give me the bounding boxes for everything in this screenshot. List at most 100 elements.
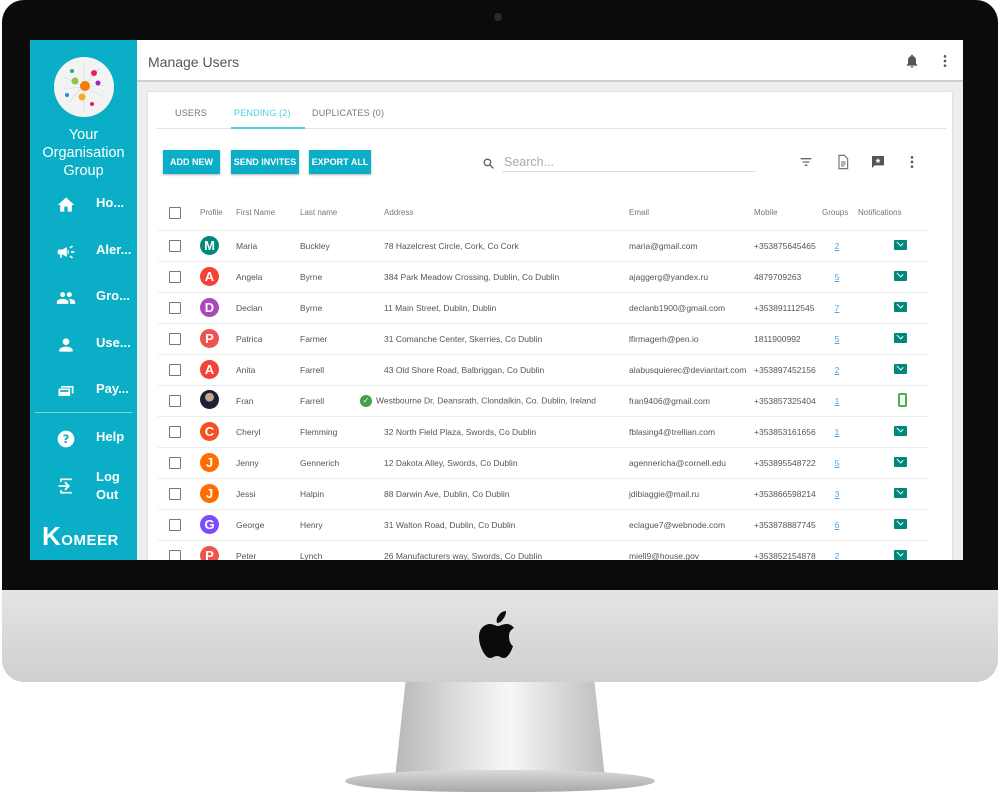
row-checkbox[interactable] [169, 332, 181, 345]
tab-users[interactable]: USERS [175, 108, 207, 118]
phone-icon[interactable] [898, 392, 907, 407]
table-row[interactable]: M Maria Buckley 78 Hazelcrest Circle, Cork,… [158, 229, 929, 261]
sidebar-item-home[interactable]: Ho... [30, 189, 137, 219]
row-checkbox[interactable] [169, 456, 181, 469]
table-row[interactable]: G George Henry 31 Walton Road, Dublin, Co D… [158, 508, 929, 540]
groups-link[interactable]: 1 [835, 427, 840, 437]
table-row[interactable]: A Angela Byrne 384 Park Meadow Crossing, Du… [158, 260, 929, 292]
last-name: Byrne [294, 260, 378, 292]
sidebar-item-groups[interactable]: Gro... [30, 282, 137, 312]
row-checkbox[interactable] [169, 394, 181, 407]
column-header-first-name[interactable]: First Name [230, 196, 294, 230]
groups-link[interactable]: 2 [835, 365, 840, 375]
row-checkbox[interactable] [169, 518, 181, 531]
mobile: +353878887745 [748, 508, 816, 540]
row-checkbox[interactable] [169, 549, 181, 560]
avatar: M [200, 236, 219, 255]
document-icon[interactable] [835, 154, 851, 170]
first-name: Declan [230, 291, 294, 323]
email-icon[interactable] [894, 549, 907, 560]
more-vert-icon[interactable] [937, 53, 953, 69]
table-row[interactable]: C Cheryl Flemming 32 North Field Plaza, Swo… [158, 415, 929, 447]
bell-icon[interactable] [904, 53, 920, 69]
table-row[interactable]: A Anita Farrell 43 Old Shore Road, Balbrigg… [158, 353, 929, 385]
column-header-mobile[interactable]: Mobile [748, 196, 816, 230]
first-name: George [230, 508, 294, 540]
org-name-line: Group [63, 163, 104, 179]
column-header-email[interactable]: Email [623, 196, 748, 230]
sidebar-item-label: Gro... [96, 288, 130, 303]
address: 384 Park Meadow Crossing, Dublin, Co Dub… [384, 271, 560, 282]
email-icon[interactable] [894, 363, 907, 374]
table-row[interactable]: Fran Farrell ✓ Westbourne Dr, Deansrath, Cl… [158, 384, 929, 416]
email-icon[interactable] [894, 239, 907, 250]
column-header-notifications[interactable]: Notifications [852, 196, 929, 230]
groups-link[interactable]: 5 [835, 272, 840, 282]
row-checkbox[interactable] [169, 425, 181, 438]
column-header-address[interactable]: Address [378, 196, 623, 230]
groups-link[interactable]: 3 [835, 489, 840, 499]
table-row[interactable]: J Jessi Halpin 88 Darwin Ave, Dublin, Co Du… [158, 477, 929, 509]
email-icon[interactable] [894, 301, 907, 312]
sidebar-item-users[interactable]: Use... [30, 329, 137, 359]
more-vert-icon[interactable] [904, 154, 920, 170]
export-all-button[interactable]: EXPORT ALL [309, 150, 371, 174]
row-checkbox[interactable] [169, 487, 181, 500]
row-checkbox[interactable] [169, 270, 181, 283]
email-icon[interactable] [894, 425, 907, 436]
send-invites-button[interactable]: SEND INVITES [231, 150, 299, 174]
groups-link[interactable]: 1 [835, 396, 840, 406]
groups-link[interactable]: 6 [835, 520, 840, 530]
table-row[interactable]: P Patrica Farmer 31 Comanche Center, Skerri… [158, 322, 929, 354]
sidebar-item-payments[interactable]: Pay... [30, 375, 137, 405]
sidebar-item-label: Help [96, 429, 125, 444]
table-row[interactable]: J Jenny Gennerich 12 Dakota Alley, Swords, … [158, 446, 929, 478]
email-icon[interactable] [894, 487, 907, 498]
groups-link[interactable]: 5 [835, 458, 840, 468]
avatar: G [200, 515, 219, 534]
search-input[interactable] [502, 152, 756, 172]
groups-icon [56, 292, 76, 304]
payment-icon [58, 386, 74, 396]
mobile: +353852154878 [748, 539, 816, 560]
logout-icon [58, 478, 72, 494]
row-checkbox[interactable] [169, 301, 181, 314]
sidebar-item-label: Pay... [96, 381, 130, 396]
tab-pending[interactable]: PENDING (2) [234, 108, 291, 118]
users-card: USERS PENDING (2) DUPLICATES (0) ADD NEW… [148, 92, 952, 560]
groups-link[interactable]: 7 [835, 303, 840, 313]
active-tab-indicator [231, 127, 305, 129]
email-icon[interactable] [894, 456, 907, 467]
select-all-checkbox[interactable] [169, 206, 181, 219]
column-header-groups[interactable]: Groups [816, 196, 852, 230]
sidebar-item-alerts[interactable]: Aler... [30, 236, 137, 266]
avatar: A [200, 360, 219, 379]
sidebar-item-help[interactable]: ? Help [30, 423, 137, 453]
table-row[interactable]: D Declan Byrne 11 Main Street, Dublin, Dubl… [158, 291, 929, 323]
sidebar-item-label: Aler... [96, 242, 132, 257]
row-checkbox[interactable] [169, 239, 181, 252]
address: 31 Walton Road, Dublin, Co Dublin [384, 519, 516, 530]
tab-duplicates[interactable]: DUPLICATES (0) [312, 108, 384, 118]
sidebar-item-label: Ho... [96, 195, 125, 210]
organisation-logo [54, 57, 114, 117]
add-new-button[interactable]: ADD NEW [163, 150, 220, 174]
table-row[interactable]: P Peter Lynch 26 Manufacturers way, Swords,… [158, 539, 929, 560]
feedback-star-icon[interactable] [870, 154, 886, 170]
email-icon[interactable] [894, 332, 907, 343]
email: fblasing4@trellian.com [623, 415, 748, 447]
sidebar-item-label: Log [96, 469, 120, 484]
email-icon[interactable] [894, 270, 907, 281]
last-name: Farmer [294, 322, 378, 354]
row-checkbox[interactable] [169, 363, 181, 376]
email: ajaggerg@yandex.ru [623, 260, 748, 292]
megaphone-icon [57, 245, 75, 259]
sidebar-item-logout[interactable]: Log Out [30, 463, 137, 507]
column-header-last-name[interactable]: Last name [294, 196, 378, 230]
filter-icon[interactable] [798, 154, 814, 170]
email-icon[interactable] [894, 518, 907, 529]
groups-link[interactable]: 5 [835, 334, 840, 344]
mobile: +353875645465 [748, 229, 816, 261]
groups-link[interactable]: 2 [835, 551, 840, 560]
groups-link[interactable]: 2 [835, 241, 840, 251]
